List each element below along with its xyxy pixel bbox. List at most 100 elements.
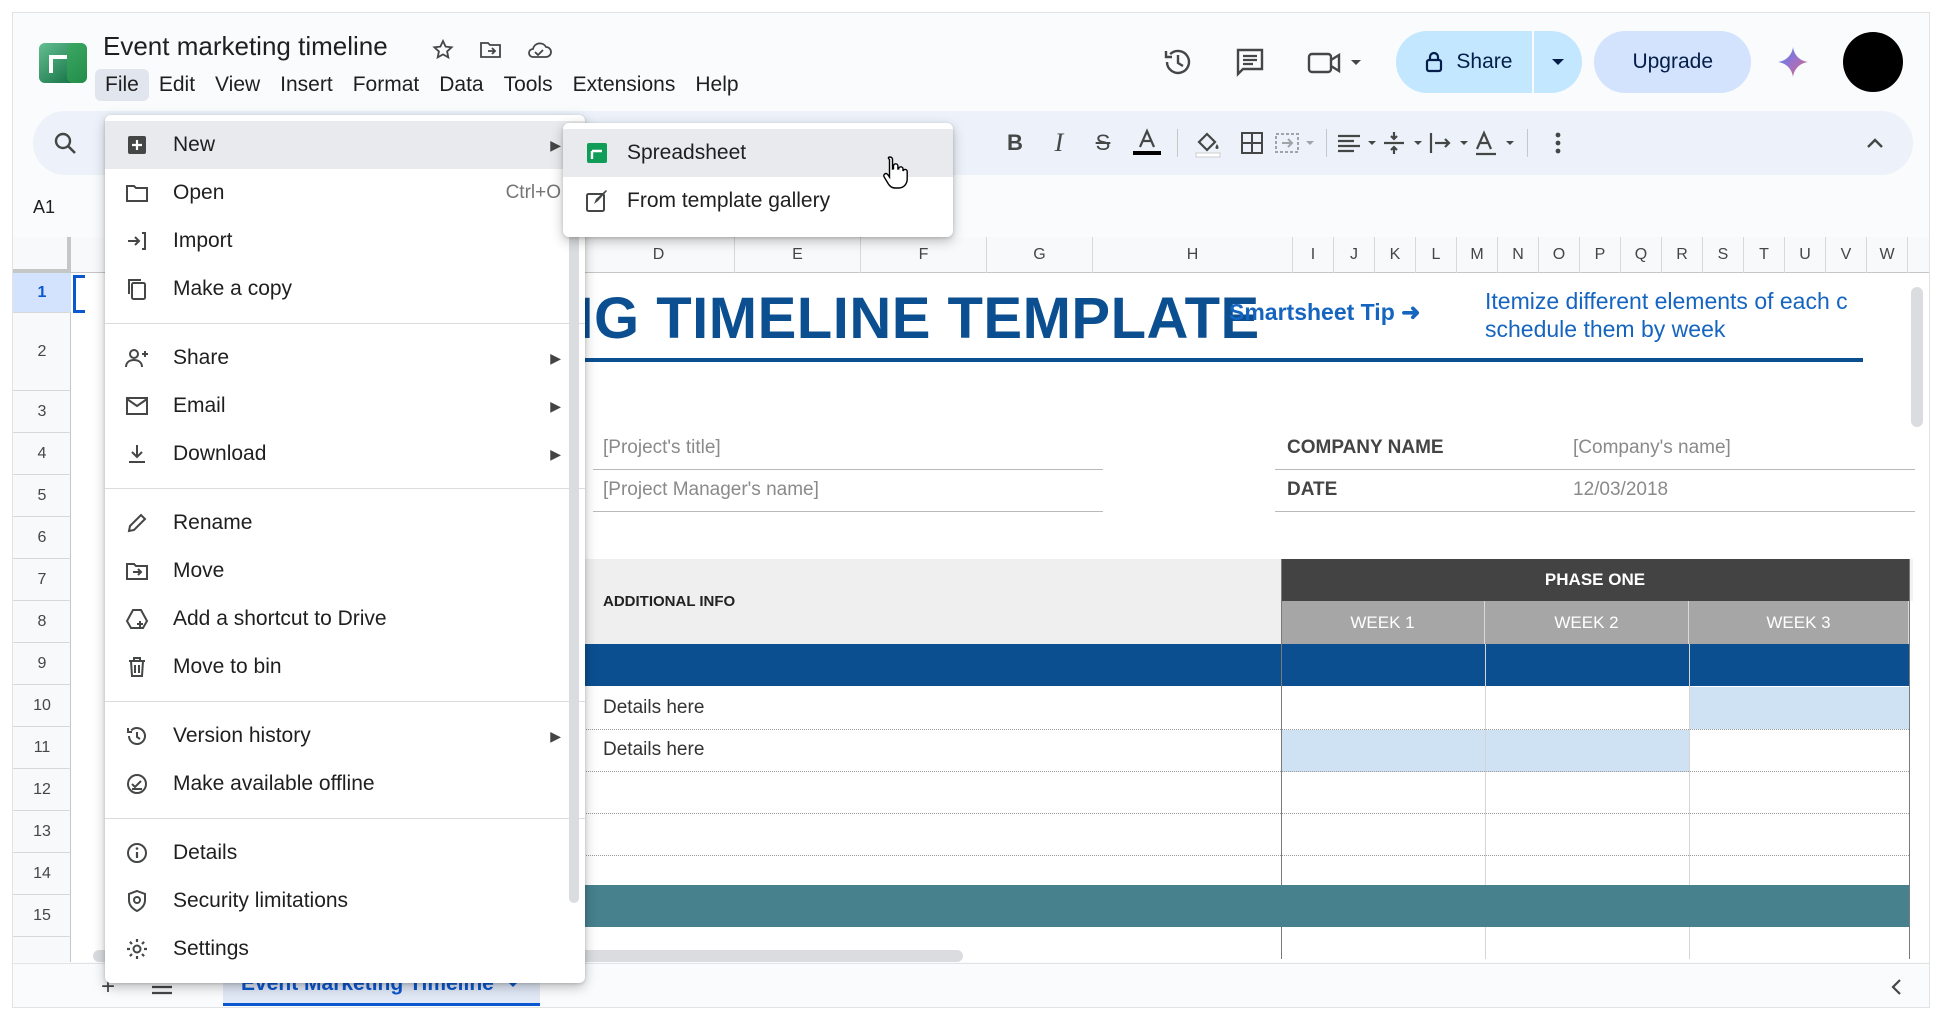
- italic-icon[interactable]: I: [1037, 123, 1081, 163]
- cloud-saved-icon[interactable]: [524, 35, 554, 65]
- company-name-cell[interactable]: [Company's name]: [1573, 437, 1731, 459]
- row-header[interactable]: 8: [13, 601, 71, 643]
- column-header[interactable]: G: [987, 237, 1093, 273]
- row-header[interactable]: 14: [13, 853, 71, 895]
- fill-color-icon[interactable]: [1186, 123, 1230, 163]
- star-icon[interactable]: [428, 35, 458, 65]
- account-avatar[interactable]: [1843, 32, 1903, 92]
- column-header[interactable]: H: [1093, 237, 1293, 273]
- menu-item-add-shortcut[interactable]: Add a shortcut to Drive: [105, 595, 585, 643]
- column-header[interactable]: J: [1334, 237, 1375, 273]
- horizontal-align-icon[interactable]: [1335, 123, 1381, 163]
- project-title-cell[interactable]: [Project's title]: [603, 437, 721, 459]
- menu-item-make-a-copy[interactable]: Make a copy: [105, 265, 585, 313]
- collapse-toolbar-icon[interactable]: [1857, 125, 1893, 161]
- menu-tools[interactable]: Tools: [494, 69, 563, 101]
- text-wrapping-icon[interactable]: [1427, 123, 1473, 163]
- column-header[interactable]: I: [1293, 237, 1334, 273]
- row-header[interactable]: 3: [13, 391, 71, 433]
- column-header[interactable]: V: [1826, 237, 1867, 273]
- gemini-sparkle-icon[interactable]: [1773, 42, 1813, 82]
- document-title[interactable]: Event marketing timeline: [103, 31, 388, 62]
- column-header[interactable]: S: [1703, 237, 1744, 273]
- row-header[interactable]: 4: [13, 433, 71, 475]
- row-header[interactable]: 5: [13, 475, 71, 517]
- comments-icon[interactable]: [1220, 32, 1280, 92]
- menu-item-security-limitations[interactable]: Security limitations: [105, 877, 585, 925]
- move-to-folder-icon[interactable]: [476, 35, 506, 65]
- column-header[interactable]: E: [735, 237, 861, 273]
- column-header[interactable]: T: [1744, 237, 1785, 273]
- share-dropdown-button[interactable]: [1532, 31, 1582, 93]
- select-all-corner[interactable]: [13, 237, 71, 273]
- column-header[interactable]: U: [1785, 237, 1826, 273]
- menu-item-move-to-bin[interactable]: Move to bin: [105, 643, 585, 691]
- bold-icon[interactable]: B: [993, 123, 1037, 163]
- column-header[interactable]: W: [1867, 237, 1908, 273]
- menu-item-email[interactable]: Email ▶: [105, 382, 585, 430]
- menu-item-rename[interactable]: Rename: [105, 499, 585, 547]
- row-header[interactable]: 6: [13, 517, 71, 559]
- row-header[interactable]: 13: [13, 811, 71, 853]
- menu-scrollbar[interactable]: [569, 123, 579, 903]
- menu-insert[interactable]: Insert: [270, 69, 343, 101]
- column-header[interactable]: M: [1457, 237, 1498, 273]
- merge-cells-icon[interactable]: [1274, 123, 1318, 163]
- row-header[interactable]: 12: [13, 769, 71, 811]
- version-history-icon[interactable]: [1148, 32, 1208, 92]
- menu-item-move[interactable]: Move: [105, 547, 585, 595]
- menu-view[interactable]: View: [205, 69, 270, 101]
- detail-cell[interactable]: Details here: [603, 739, 704, 761]
- column-header[interactable]: P: [1580, 237, 1621, 273]
- menu-edit[interactable]: Edit: [149, 69, 205, 101]
- menu-item-version-history[interactable]: Version history ▶: [105, 712, 585, 760]
- text-rotation-icon[interactable]: [1473, 123, 1519, 163]
- menu-file[interactable]: File: [95, 69, 149, 101]
- column-header[interactable]: N: [1498, 237, 1539, 273]
- vertical-align-icon[interactable]: [1381, 123, 1427, 163]
- row-header[interactable]: 7: [13, 559, 71, 601]
- row-header[interactable]: 16: [13, 937, 71, 962]
- row-header[interactable]: 11: [13, 727, 71, 769]
- explore-collapse-icon[interactable]: [1881, 972, 1911, 1002]
- row-header[interactable]: 10: [13, 685, 71, 727]
- meet-video-icon[interactable]: [1296, 32, 1376, 92]
- text-color-icon[interactable]: [1125, 123, 1169, 163]
- menu-item-import[interactable]: Import: [105, 217, 585, 265]
- menu-item-make-available-offline[interactable]: Make available offline: [105, 760, 585, 808]
- column-header[interactable]: R: [1662, 237, 1703, 273]
- column-header[interactable]: D: [583, 237, 735, 273]
- detail-cell[interactable]: Details here: [603, 697, 704, 719]
- more-options-icon[interactable]: [1536, 123, 1580, 163]
- column-header[interactable]: Q: [1621, 237, 1662, 273]
- column-header[interactable]: L: [1416, 237, 1457, 273]
- vertical-scrollbar[interactable]: [1911, 287, 1923, 962]
- menu-item-download[interactable]: Download ▶: [105, 430, 585, 478]
- date-cell[interactable]: 12/03/2018: [1573, 479, 1668, 501]
- project-manager-cell[interactable]: [Project Manager's name]: [603, 479, 819, 501]
- menu-help[interactable]: Help: [685, 69, 748, 101]
- row-header[interactable]: 9: [13, 643, 71, 685]
- column-header[interactable]: K: [1375, 237, 1416, 273]
- row-header[interactable]: 15: [13, 895, 71, 937]
- menu-data[interactable]: Data: [429, 69, 493, 101]
- menu-item-share[interactable]: Share ▶: [105, 334, 585, 382]
- borders-icon[interactable]: [1230, 123, 1274, 163]
- upgrade-button[interactable]: Upgrade: [1594, 31, 1751, 93]
- row-header[interactable]: 1: [13, 273, 71, 313]
- share-button[interactable]: Share: [1396, 31, 1532, 93]
- menu-item-open[interactable]: Open Ctrl+O: [105, 169, 585, 217]
- row-header[interactable]: 2: [13, 313, 71, 391]
- menu-extensions[interactable]: Extensions: [563, 69, 686, 101]
- strikethrough-icon[interactable]: S: [1081, 123, 1125, 163]
- sheets-logo-icon[interactable]: [37, 41, 89, 85]
- menu-item-new[interactable]: New ▶: [105, 121, 585, 169]
- column-header[interactable]: F: [861, 237, 987, 273]
- search-menus-icon[interactable]: [51, 129, 79, 157]
- scroll-thumb[interactable]: [1911, 287, 1923, 427]
- column-header[interactable]: O: [1539, 237, 1580, 273]
- menu-item-details[interactable]: Details: [105, 829, 585, 877]
- menu-format[interactable]: Format: [343, 69, 430, 101]
- name-box[interactable]: A1: [33, 197, 113, 218]
- menu-item-settings[interactable]: Settings: [105, 925, 585, 973]
